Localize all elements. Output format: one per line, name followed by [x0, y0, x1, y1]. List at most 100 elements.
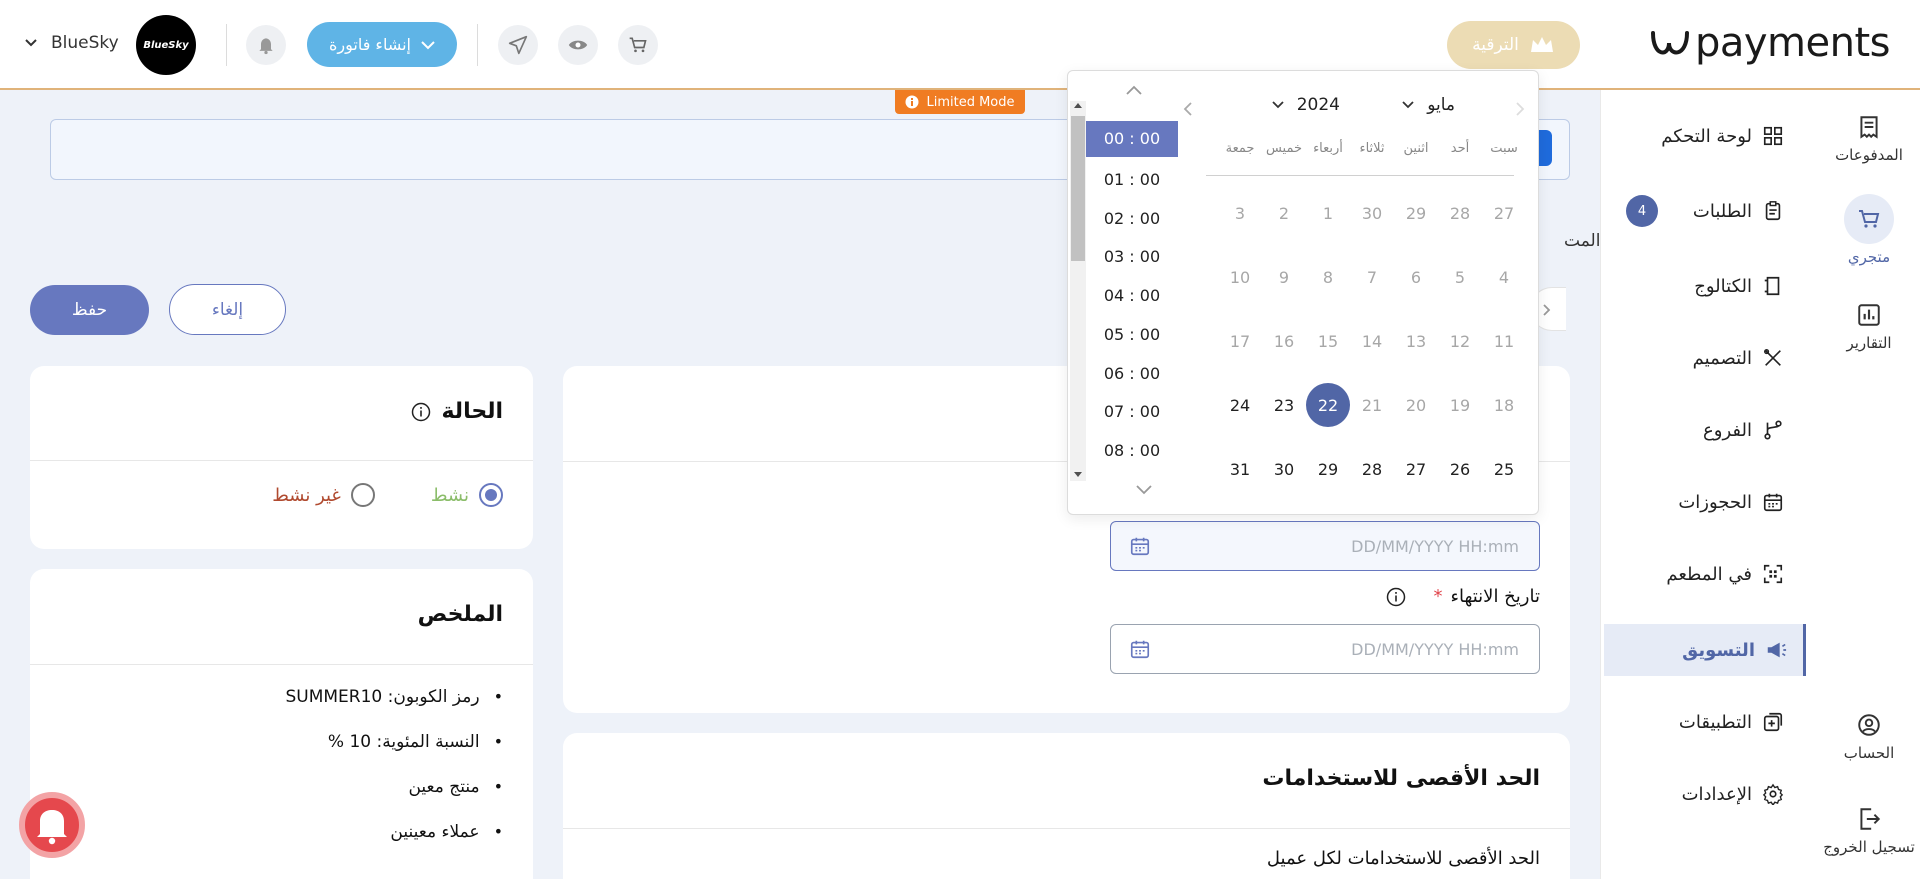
- calendar-day[interactable]: 3: [1218, 191, 1262, 235]
- time-scrollbar-thumb[interactable]: [1071, 116, 1085, 261]
- nav-apps[interactable]: التطبيقات: [1600, 696, 1800, 748]
- end-date-label-text: تاريخ الانتهاء: [1450, 586, 1541, 607]
- calendar-day[interactable]: 2: [1262, 191, 1306, 235]
- calendar-day[interactable]: 29: [1394, 191, 1438, 235]
- notifications-button[interactable]: [246, 25, 286, 65]
- nav-catalog[interactable]: الكتالوج: [1600, 260, 1800, 312]
- calendar-day[interactable]: 17: [1218, 319, 1262, 363]
- chevron-right-icon[interactable]: [1514, 101, 1526, 117]
- calendar-day[interactable]: 24: [1218, 383, 1262, 427]
- time-option[interactable]: 01 : 00: [1086, 170, 1178, 189]
- calendar-day[interactable]: 13: [1394, 319, 1438, 363]
- calendar-day-selected[interactable]: 22: [1306, 383, 1350, 427]
- calendar-day[interactable]: 29: [1306, 447, 1350, 491]
- calendar-day[interactable]: 25: [1482, 447, 1526, 491]
- calendar-day[interactable]: 20: [1394, 383, 1438, 427]
- calendar-day[interactable]: 5: [1438, 255, 1482, 299]
- nav-design[interactable]: التصميم: [1600, 332, 1800, 384]
- create-invoice-button[interactable]: إنشاء فاتورة: [307, 22, 457, 67]
- scroll-down-icon[interactable]: [1073, 471, 1083, 479]
- calendar-day[interactable]: 10: [1218, 255, 1262, 299]
- cart-button[interactable]: [618, 25, 658, 65]
- start-date-input[interactable]: DD/MM/YYYY HH:mm: [1110, 521, 1540, 571]
- time-option[interactable]: 06 : 00: [1086, 364, 1178, 383]
- active-radio-label[interactable]: نشط: [431, 485, 469, 506]
- end-date-input[interactable]: DD/MM/YYYY HH:mm: [1110, 624, 1540, 674]
- icon-nav-label: المدفوعات: [1835, 146, 1903, 164]
- time-option[interactable]: 05 : 00: [1086, 325, 1178, 344]
- time-option[interactable]: 07 : 00: [1086, 402, 1178, 421]
- inactive-radio-label[interactable]: غير نشط: [272, 485, 341, 506]
- icon-nav-logout[interactable]: تسجيل الخروج: [1818, 806, 1920, 856]
- calendar-day[interactable]: 14: [1350, 319, 1394, 363]
- active-radio[interactable]: [479, 483, 503, 507]
- nav-settings[interactable]: الإعدادات: [1600, 768, 1800, 820]
- year-select[interactable]: 2024: [1271, 95, 1340, 115]
- upgrade-button[interactable]: الترقية: [1447, 21, 1580, 69]
- calendar-day[interactable]: 26: [1438, 447, 1482, 491]
- icon-nav-account[interactable]: الحساب: [1818, 712, 1920, 762]
- store-avatar[interactable]: BlueSky: [136, 15, 196, 75]
- nav-orders[interactable]: الطلبات 4: [1600, 185, 1800, 237]
- calendar-day[interactable]: 15: [1306, 319, 1350, 363]
- nav-in-restaurant[interactable]: في المطعم: [1600, 548, 1800, 600]
- calendar-header: مايو 2024: [1183, 93, 1525, 123]
- calendar-day[interactable]: 28: [1438, 191, 1482, 235]
- chevron-left-icon[interactable]: [1182, 101, 1194, 117]
- nav-dashboard[interactable]: لوحة التحكم: [1600, 110, 1800, 162]
- calendar-day[interactable]: 1: [1306, 191, 1350, 235]
- calendar-day[interactable]: 4: [1482, 255, 1526, 299]
- calendar-day[interactable]: 12: [1438, 319, 1482, 363]
- icon-nav-reports[interactable]: التقارير: [1818, 302, 1920, 352]
- calendar-day[interactable]: 31: [1218, 447, 1262, 491]
- icon-nav-label: تسجيل الخروج: [1823, 838, 1915, 856]
- preview-button[interactable]: [558, 25, 598, 65]
- chevron-down-icon[interactable]: [1134, 483, 1154, 497]
- cancel-button[interactable]: إلغاء: [169, 284, 286, 335]
- calendar-day[interactable]: 9: [1262, 255, 1306, 299]
- calendar-day[interactable]: 6: [1394, 255, 1438, 299]
- truncated-label: المت: [1564, 231, 1601, 251]
- scroll-up-icon[interactable]: [1073, 101, 1083, 109]
- weekday-label: خميس: [1265, 141, 1303, 156]
- time-option[interactable]: 08 : 00: [1086, 441, 1178, 460]
- inactive-radio[interactable]: [350, 483, 375, 507]
- chevron-up-icon[interactable]: [1124, 83, 1144, 97]
- payments-logo[interactable]: payments: [1647, 20, 1891, 66]
- avatar-text: BlueSky: [143, 39, 189, 51]
- nav-label: الحجوزات: [1678, 491, 1752, 513]
- calendar-day[interactable]: 21: [1350, 383, 1394, 427]
- time-option-selected[interactable]: 00 : 00: [1086, 121, 1178, 157]
- time-option[interactable]: 04 : 00: [1086, 286, 1178, 305]
- calendar-icon[interactable]: [1129, 638, 1151, 660]
- nav-label: لوحة التحكم: [1661, 125, 1752, 147]
- calendar-day[interactable]: 19: [1438, 383, 1482, 427]
- send-button[interactable]: [498, 25, 538, 65]
- calendar-day[interactable]: 28: [1350, 447, 1394, 491]
- icon-nav-my-store[interactable]: متجري: [1818, 194, 1920, 266]
- calendar-day[interactable]: 16: [1262, 319, 1306, 363]
- info-icon[interactable]: [411, 402, 431, 422]
- time-option[interactable]: 03 : 00: [1086, 247, 1178, 266]
- calendar-day[interactable]: 18: [1482, 383, 1526, 427]
- calendar-day[interactable]: 23: [1262, 383, 1306, 427]
- nav-branches[interactable]: الفروع: [1600, 404, 1800, 456]
- calendar-day[interactable]: 8: [1306, 255, 1350, 299]
- status-card: الحالة نشط غير نشط: [30, 366, 533, 549]
- nav-reservations[interactable]: الحجوزات: [1600, 476, 1800, 528]
- calendar-day[interactable]: 30: [1350, 191, 1394, 235]
- time-option[interactable]: 02 : 00: [1086, 209, 1178, 228]
- calendar-day[interactable]: 27: [1394, 447, 1438, 491]
- store-switcher[interactable]: BlueSky: [25, 33, 119, 53]
- calendar-day[interactable]: 27: [1482, 191, 1526, 235]
- icon-nav-payments[interactable]: المدفوعات: [1818, 114, 1920, 164]
- calendar-icon[interactable]: [1129, 535, 1151, 557]
- info-icon[interactable]: [1386, 587, 1406, 607]
- notification-bell-icon[interactable]: [0, 766, 95, 879]
- nav-marketing[interactable]: التسويق: [1604, 624, 1806, 676]
- save-button[interactable]: حفظ: [30, 285, 149, 335]
- month-select[interactable]: مايو: [1401, 95, 1455, 115]
- calendar-day[interactable]: 11: [1482, 319, 1526, 363]
- calendar-day[interactable]: 30: [1262, 447, 1306, 491]
- calendar-day[interactable]: 7: [1350, 255, 1394, 299]
